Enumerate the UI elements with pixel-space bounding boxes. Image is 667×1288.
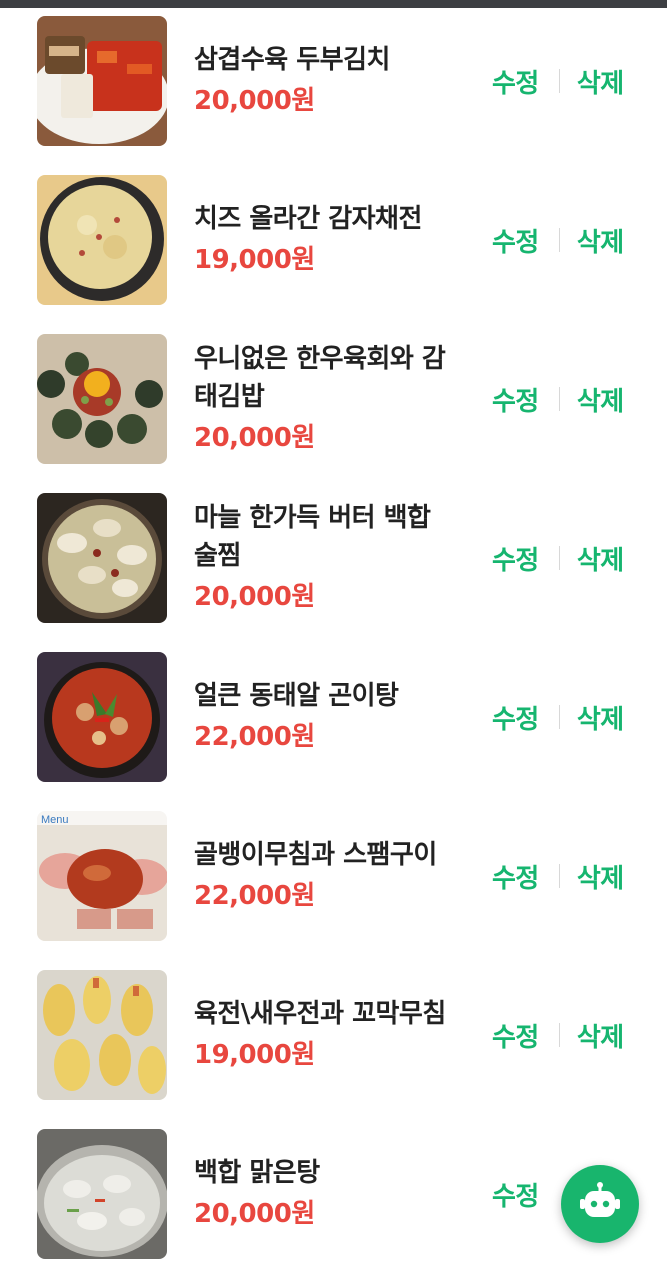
delete-button[interactable]: 삭제: [577, 1017, 624, 1054]
edit-button[interactable]: 수정: [492, 222, 539, 259]
chatbot-button[interactable]: [561, 1165, 639, 1243]
action-divider: [558, 228, 560, 252]
delete-button[interactable]: 삭제: [577, 699, 624, 736]
delete-button[interactable]: 삭제: [577, 63, 624, 100]
menu-item-name: 육전\새우전과 꼬막무침: [194, 999, 446, 1029]
menu-item-photo[interactable]: [37, 334, 167, 464]
menu-item-price: 20,000원: [194, 423, 315, 453]
menu-item-actions: 수정 삭제: [492, 493, 624, 623]
edit-button[interactable]: 수정: [492, 63, 539, 100]
menu-item-price: 20,000원: [194, 86, 315, 116]
menu-item-actions: 수정 삭제: [492, 811, 624, 941]
menu-item-name: 치즈 올라간 감자채전: [194, 204, 422, 234]
edit-button[interactable]: 수정: [492, 1176, 539, 1213]
menu-item-actions: 수정 삭제: [492, 175, 624, 305]
action-divider: [558, 69, 560, 93]
menu-item-photo[interactable]: Menu: [37, 811, 167, 941]
action-divider: [558, 387, 560, 411]
menu-item-actions: 수정 삭제: [492, 652, 624, 782]
menu-item-price: 22,000원: [194, 881, 315, 911]
menu-list: 삼겹수육 두부김치 20,000원 수정 삭제 치즈 올라간 감자채전 19,0…: [0, 16, 667, 1288]
menu-item-photo[interactable]: [37, 493, 167, 623]
menu-item-name: 마늘 한가득 버터 백합 술찜: [194, 503, 431, 571]
action-divider: [558, 546, 560, 570]
menu-item-info: 치즈 올라간 감자채전 19,000원: [194, 175, 454, 305]
edit-button[interactable]: 수정: [492, 1017, 539, 1054]
menu-item-photo[interactable]: [37, 1129, 167, 1259]
menu-item[interactable]: 얼큰 동태알 곤이탕 22,000원 수정 삭제: [0, 652, 667, 811]
menu-item[interactable]: 우니없은 한우육회와 감태김밥 20,000원 수정 삭제: [0, 334, 667, 493]
menu-item-photo[interactable]: [37, 652, 167, 782]
action-divider: [558, 864, 560, 888]
menu-item[interactable]: 마늘 한가득 버터 백합 술찜 20,000원 수정 삭제: [0, 493, 667, 652]
menu-item-name: 우니없은 한우육회와 감태김밥: [194, 344, 446, 412]
menu-item-info: 우니없은 한우육회와 감태김밥 20,000원: [194, 334, 454, 464]
menu-item-price: 22,000원: [194, 722, 315, 752]
menu-item[interactable]: Menu 골뱅이무침과 스팸구이 22,000원 수정 삭제: [0, 811, 667, 970]
status-bar: [0, 0, 667, 8]
menu-item-info: 얼큰 동태알 곤이탕 22,000원: [194, 652, 454, 782]
menu-item-info: 백합 맑은탕 20,000원: [194, 1129, 454, 1259]
menu-item-photo[interactable]: [37, 175, 167, 305]
delete-button[interactable]: 삭제: [577, 540, 624, 577]
thumbnail-watermark: Menu: [41, 814, 69, 826]
delete-button[interactable]: 삭제: [577, 222, 624, 259]
edit-button[interactable]: 수정: [492, 858, 539, 895]
menu-item-price: 19,000원: [194, 245, 315, 275]
edit-button[interactable]: 수정: [492, 381, 539, 418]
menu-item-info: 마늘 한가득 버터 백합 술찜 20,000원: [194, 493, 454, 623]
delete-button[interactable]: 삭제: [577, 381, 624, 418]
menu-item-photo[interactable]: [37, 16, 167, 146]
menu-item-info: 삼겹수육 두부김치 20,000원: [194, 16, 454, 146]
menu-item-name: 골뱅이무침과 스팸구이: [194, 840, 437, 870]
menu-item-info: 육전\새우전과 꼬막무침 19,000원: [194, 970, 454, 1100]
menu-item-actions: 수정 삭제: [492, 970, 624, 1100]
edit-button[interactable]: 수정: [492, 540, 539, 577]
robot-icon: [578, 1182, 622, 1226]
menu-item-photo[interactable]: [37, 970, 167, 1100]
menu-item[interactable]: 육전\새우전과 꼬막무침 19,000원 수정 삭제: [0, 970, 667, 1129]
menu-item-price: 20,000원: [194, 582, 315, 612]
action-divider: [558, 1023, 560, 1047]
menu-item-name: 얼큰 동태알 곤이탕: [194, 681, 399, 711]
menu-item-name: 삼겹수육 두부김치: [194, 45, 390, 75]
menu-item-actions: 수정 삭제: [492, 16, 624, 146]
menu-item-actions: 수정: [492, 1129, 539, 1259]
delete-button[interactable]: 삭제: [577, 858, 624, 895]
menu-item[interactable]: 삼겹수육 두부김치 20,000원 수정 삭제: [0, 16, 667, 175]
edit-button[interactable]: 수정: [492, 699, 539, 736]
menu-item-name: 백합 맑은탕: [194, 1158, 320, 1188]
menu-item-price: 20,000원: [194, 1199, 315, 1229]
menu-item[interactable]: 치즈 올라간 감자채전 19,000원 수정 삭제: [0, 175, 667, 334]
menu-item-price: 19,000원: [194, 1040, 315, 1070]
menu-item-info: 골뱅이무침과 스팸구이 22,000원: [194, 811, 454, 941]
menu-item-actions: 수정 삭제: [492, 334, 624, 464]
action-divider: [558, 705, 560, 729]
